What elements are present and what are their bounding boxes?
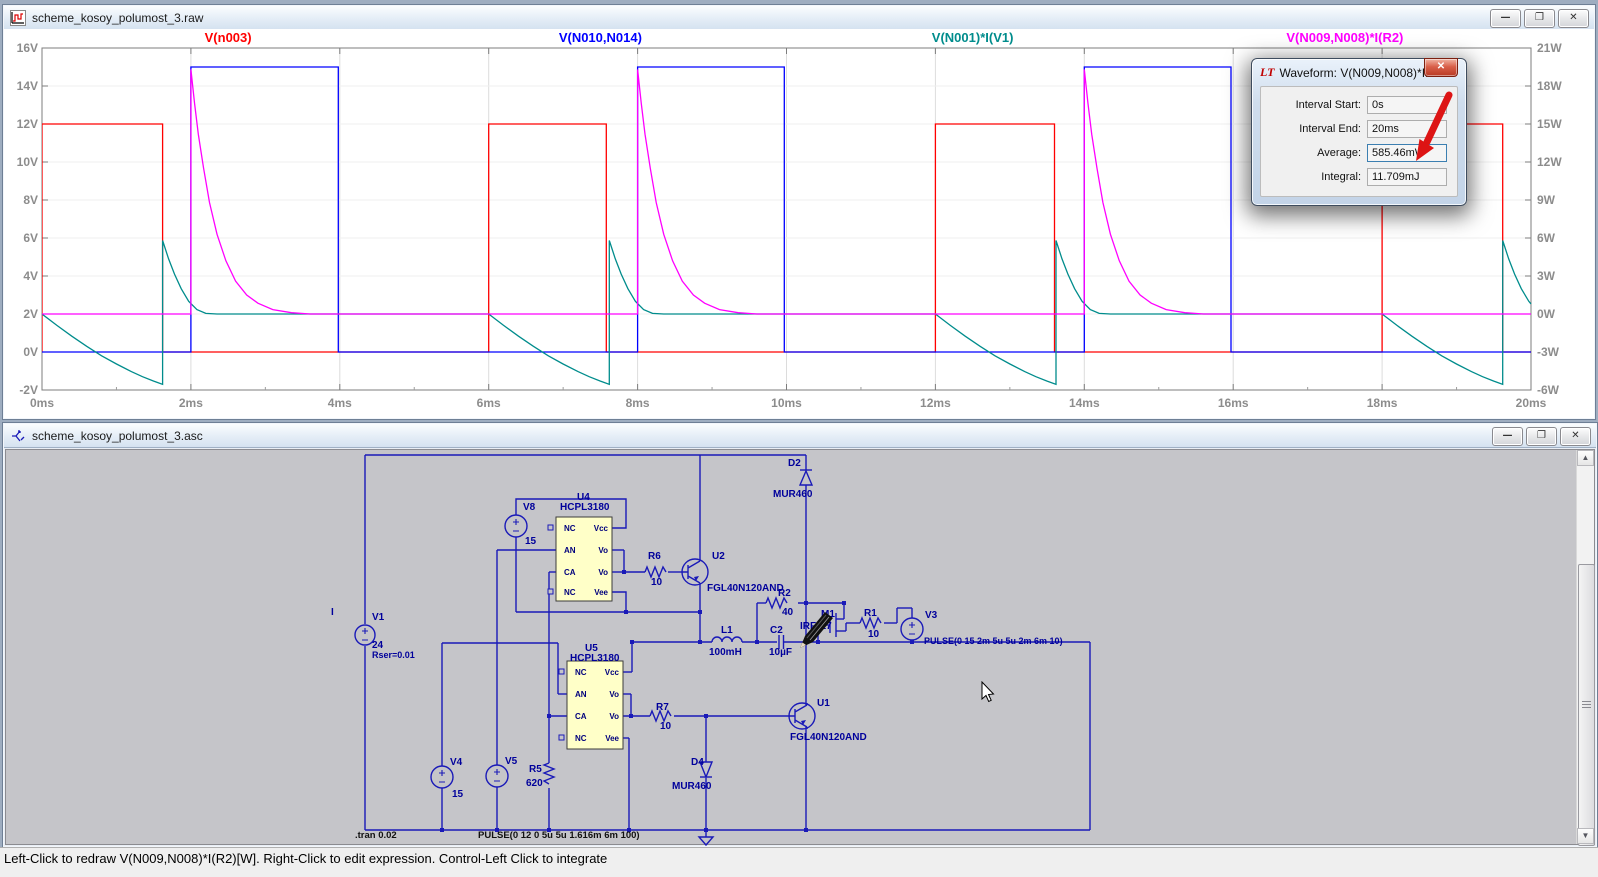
dialog-row: Integral:11.709mJ [1261, 168, 1447, 186]
dialog-row: Interval End:20ms [1261, 120, 1447, 138]
restore-icon: ❐ [1537, 430, 1546, 441]
dialog-field-label: Interval Start: [1261, 99, 1367, 111]
minimize-icon: — [1503, 430, 1513, 441]
waveform-file-icon [10, 10, 26, 26]
waveform-restore-button[interactable]: ❐ [1524, 9, 1555, 28]
status-bar: Left-Click to redraw V(N009,N008)*I(R2)[… [0, 847, 1598, 877]
close-icon: ✕ [1569, 12, 1577, 23]
dialog-body: Interval Start:0sInterval End:20msAverag… [1260, 86, 1458, 197]
lt-logo-icon: LT [1260, 65, 1274, 80]
schematic-scrollbar[interactable]: ▲ ▼ [1576, 450, 1594, 844]
arrow-down-icon: ▼ [1582, 831, 1590, 840]
scrollbar-down-button[interactable]: ▼ [1577, 828, 1594, 844]
dialog-field-interval-end-[interactable]: 20ms [1367, 120, 1447, 138]
waveform-minimize-button[interactable]: — [1490, 9, 1521, 28]
schematic-restore-button[interactable]: ❐ [1526, 427, 1557, 446]
waveform-window-titlebar[interactable]: scheme_kosoy_polumost_3.raw [4, 6, 1594, 30]
status-text: Left-Click to redraw V(N009,N008)*I(R2)[… [4, 851, 607, 866]
dialog-field-interval-start-[interactable]: 0s [1367, 96, 1447, 114]
dialog-row: Interval Start:0s [1261, 96, 1447, 114]
dialog-close-button[interactable]: ✕ [1424, 58, 1458, 77]
dialog-title: Waveform: V(N009,N008)*I... [1279, 66, 1435, 80]
restore-icon: ❐ [1535, 12, 1544, 23]
waveform-close-button[interactable]: ✕ [1558, 9, 1589, 28]
dialog-field-label: Average: [1261, 147, 1367, 159]
scrollbar-thumb[interactable] [1578, 564, 1595, 846]
schematic-window-titlebar[interactable]: scheme_kosoy_polumost_3.asc [4, 424, 1596, 448]
schematic-close-button[interactable]: ✕ [1560, 427, 1591, 446]
waveform-stats-dialog: LT Waveform: V(N009,N008)*I... ✕ Interva… [1251, 58, 1467, 206]
schematic-window-title: scheme_kosoy_polumost_3.asc [32, 429, 203, 443]
dialog-field-label: Interval End: [1261, 123, 1367, 135]
close-icon: ✕ [1437, 61, 1445, 72]
scrollbar-up-button[interactable]: ▲ [1577, 450, 1594, 466]
close-icon: ✕ [1571, 430, 1579, 441]
arrow-up-icon: ▲ [1582, 453, 1590, 462]
schematic-canvas[interactable] [5, 449, 1595, 845]
minimize-icon: — [1501, 12, 1511, 23]
schematic-minimize-button[interactable]: — [1492, 427, 1523, 446]
waveform-window-title: scheme_kosoy_polumost_3.raw [32, 11, 203, 25]
dialog-field-integral-[interactable]: 11.709mJ [1367, 168, 1447, 186]
schematic-window: scheme_kosoy_polumost_3.asc — ❐ ✕ ▲ ▼ [2, 422, 1598, 848]
dialog-row: Average:585.46mW [1261, 144, 1447, 162]
dialog-field-label: Integral: [1261, 171, 1367, 183]
schematic-file-icon [10, 428, 26, 444]
dialog-field-average-[interactable]: 585.46mW [1367, 144, 1447, 162]
